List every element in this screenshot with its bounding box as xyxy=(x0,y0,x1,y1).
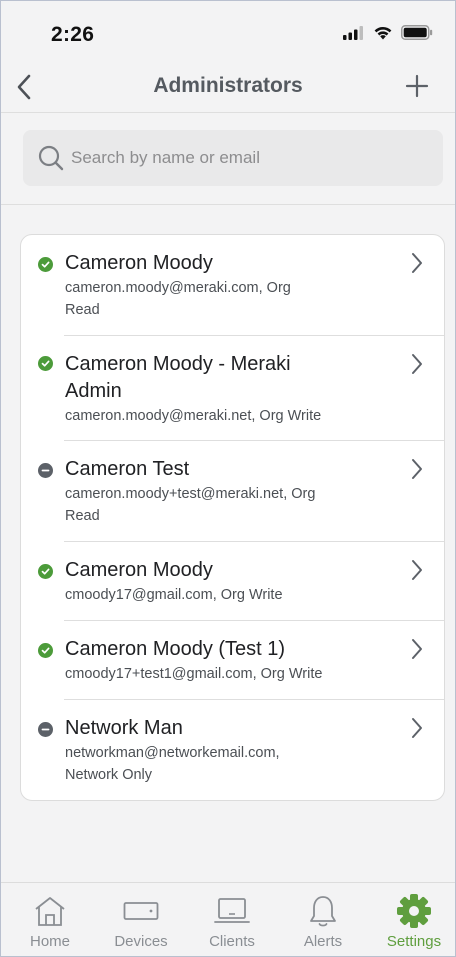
gear-icon xyxy=(394,893,434,929)
admin-detail: cameron.moody+test@meraki.net, Org Read xyxy=(65,486,316,524)
active-status-icon xyxy=(38,356,53,371)
administrators-list: Cameron Moody cameron.moody@meraki.com, … xyxy=(20,234,445,801)
admin-detail: cameron.moody@meraki.net, Org Write xyxy=(65,408,322,424)
laptop-icon xyxy=(212,893,252,929)
tab-clients[interactable]: Clients xyxy=(192,883,272,956)
search-box[interactable] xyxy=(23,130,443,186)
device-icon xyxy=(121,893,161,929)
admin-row[interactable]: Cameron Moody cameron.moody@meraki.com, … xyxy=(21,235,444,336)
admin-detail: cmoody17@gmail.com, Org Write xyxy=(65,587,283,603)
status-icons xyxy=(343,25,433,45)
admin-row[interactable]: Cameron Moody cmoody17@gmail.com, Org Wr… xyxy=(21,542,444,621)
plus-icon xyxy=(405,74,429,98)
admin-name: Cameron Moody - Meraki Admin xyxy=(65,353,291,402)
admin-name: Cameron Moody xyxy=(65,252,213,274)
search-input[interactable] xyxy=(71,148,411,168)
nav-header: Administrators xyxy=(1,61,455,113)
admin-row[interactable]: Cameron Test cameron.moody+test@meraki.n… xyxy=(21,441,444,542)
wifi-icon xyxy=(373,25,393,45)
admin-row[interactable]: Cameron Moody (Test 1) cmoody17+test1@gm… xyxy=(21,621,444,700)
chevron-right-icon xyxy=(412,560,422,580)
tab-label: Settings xyxy=(386,933,442,950)
battery-icon xyxy=(401,25,433,45)
inactive-status-icon xyxy=(38,463,53,478)
bell-icon xyxy=(303,893,343,929)
admin-name: Cameron Test xyxy=(65,458,190,480)
search-area xyxy=(1,113,455,205)
home-icon xyxy=(30,893,70,929)
tab-label: Clients xyxy=(209,933,255,950)
active-status-icon xyxy=(38,643,53,658)
inactive-status-icon xyxy=(38,722,53,737)
active-status-icon xyxy=(38,257,53,272)
chevron-right-icon xyxy=(412,253,422,273)
admin-row[interactable]: Network Man networkman@networkemail.com,… xyxy=(21,700,444,800)
tab-home[interactable]: Home xyxy=(10,883,90,956)
chevron-right-icon xyxy=(412,354,422,374)
chevron-right-icon xyxy=(412,718,422,738)
status-time: 2:26 xyxy=(51,23,95,46)
page-title: Administrators xyxy=(153,74,303,97)
cellular-signal-icon xyxy=(343,25,365,45)
tab-label: Home xyxy=(29,933,70,950)
tab-alerts[interactable]: Alerts xyxy=(283,883,363,956)
tab-label: Devices xyxy=(114,933,168,950)
chevron-right-icon xyxy=(412,639,422,659)
status-bar: 2:26 xyxy=(1,1,455,61)
tab-settings[interactable]: Settings xyxy=(374,883,454,956)
admin-name: Network Man xyxy=(65,717,183,739)
chevron-right-icon xyxy=(412,459,422,479)
tab-label: Alerts xyxy=(303,933,343,950)
search-icon xyxy=(38,145,64,171)
tab-devices[interactable]: Devices xyxy=(101,883,181,956)
admin-detail: networkman@networkemail.com, Network Onl… xyxy=(65,745,280,783)
admin-name: Cameron Moody xyxy=(65,559,213,581)
active-status-icon xyxy=(38,564,53,579)
app-screen: 2:26 Administrators Search by name or em… xyxy=(0,0,456,957)
admin-name: Cameron Moody (Test 1) xyxy=(65,638,286,660)
add-administrator-button[interactable] xyxy=(405,74,429,98)
admin-detail: cmoody17+test1@gmail.com, Org Write xyxy=(65,666,323,682)
tab-bar: Home Devices Clients Alerts Settings xyxy=(1,882,455,956)
admin-row[interactable]: Cameron Moody - Meraki Admin cameron.moo… xyxy=(21,336,444,441)
admin-detail: cameron.moody@meraki.com, Org Read xyxy=(65,280,291,318)
